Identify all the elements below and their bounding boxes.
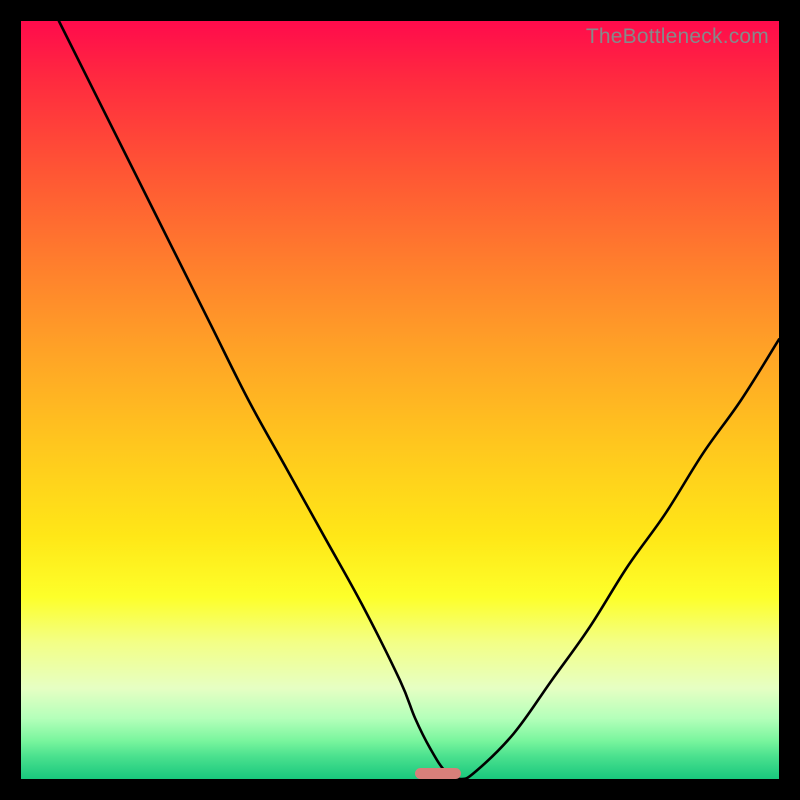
curve-path [59,21,779,779]
bottleneck-curve [21,21,779,779]
plot-area: TheBottleneck.com [21,21,779,779]
chart-frame: TheBottleneck.com [0,0,800,800]
minimum-marker [415,768,460,779]
